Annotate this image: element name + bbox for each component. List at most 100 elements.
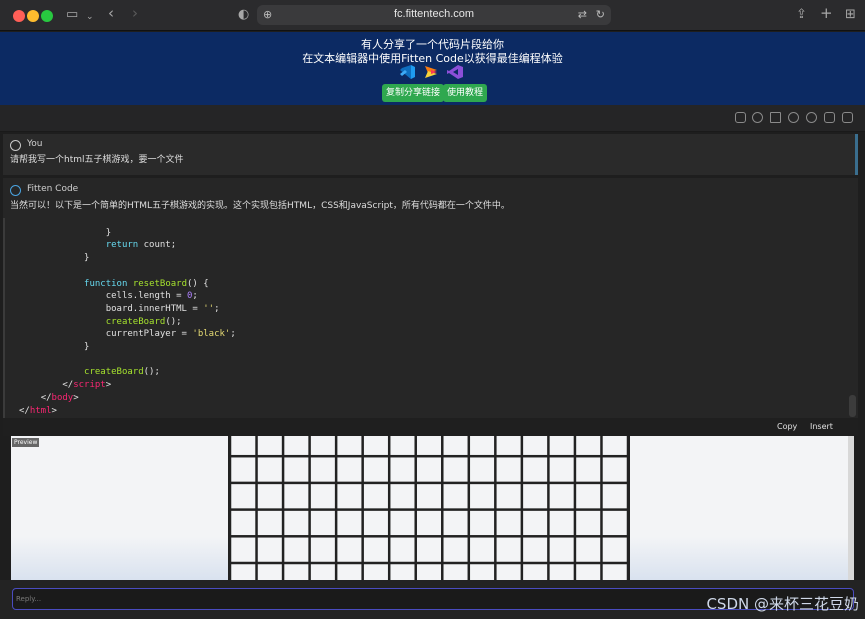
- board-cell[interactable]: [601, 509, 628, 537]
- help-icon[interactable]: [788, 112, 799, 123]
- board-cell[interactable]: [230, 482, 257, 510]
- magic-wand-icon[interactable]: [770, 112, 781, 123]
- preview-scrollbar[interactable]: [848, 436, 854, 580]
- board-cell[interactable]: [282, 455, 310, 484]
- board-cell[interactable]: [521, 455, 549, 484]
- board-cell[interactable]: [362, 455, 390, 484]
- export-icon[interactable]: [842, 112, 853, 123]
- address-bar[interactable]: ⊕ fc.fittentech.com ⇄ ↻: [257, 5, 611, 25]
- info-icon[interactable]: [806, 112, 817, 123]
- board-cell[interactable]: [468, 436, 496, 457]
- board-cell[interactable]: [256, 436, 284, 457]
- board-cell[interactable]: [230, 536, 257, 564]
- board-cell[interactable]: [335, 482, 363, 510]
- board-cell[interactable]: [574, 562, 602, 581]
- board-cell[interactable]: [256, 455, 284, 484]
- board-cell[interactable]: [548, 536, 576, 564]
- board-cell[interactable]: [468, 509, 496, 537]
- board-cell[interactable]: [442, 509, 470, 537]
- history-icon[interactable]: [752, 112, 763, 123]
- board-cell[interactable]: [495, 536, 523, 564]
- board-cell[interactable]: [601, 482, 628, 510]
- board-cell[interactable]: [335, 436, 363, 457]
- board-cell[interactable]: [574, 536, 602, 564]
- shield-icon[interactable]: ◐: [238, 7, 249, 23]
- board-cell[interactable]: [574, 482, 602, 510]
- board-cell[interactable]: [442, 536, 470, 564]
- translate-icon[interactable]: ⇄: [578, 8, 587, 21]
- code-block[interactable]: } return count; } function resetBoard() …: [3, 218, 858, 418]
- board-cell[interactable]: [415, 482, 443, 510]
- board-cell[interactable]: [388, 482, 416, 510]
- board-cell[interactable]: [495, 482, 523, 510]
- board-cell[interactable]: [415, 436, 443, 457]
- board-cell[interactable]: [468, 455, 496, 484]
- board-grid[interactable]: [230, 436, 628, 580]
- back-icon[interactable]: ‹: [108, 5, 114, 21]
- board-cell[interactable]: [230, 562, 257, 581]
- board-cell[interactable]: [574, 509, 602, 537]
- share-icon[interactable]: ⇪: [796, 7, 807, 23]
- board-cell[interactable]: [282, 562, 310, 581]
- new-tab-icon[interactable]: +: [820, 5, 833, 21]
- board-cell[interactable]: [230, 509, 257, 537]
- board-cell[interactable]: [495, 562, 523, 581]
- board-cell[interactable]: [495, 509, 523, 537]
- board-cell[interactable]: [256, 482, 284, 510]
- reload-icon[interactable]: ↻: [596, 8, 605, 21]
- forward-icon[interactable]: ›: [132, 5, 138, 21]
- board-cell[interactable]: [256, 509, 284, 537]
- board-cell[interactable]: [415, 536, 443, 564]
- board-cell[interactable]: [521, 509, 549, 537]
- board-cell[interactable]: [282, 536, 310, 564]
- board-cell[interactable]: [362, 536, 390, 564]
- board-cell[interactable]: [282, 509, 310, 537]
- tab-overview-icon[interactable]: ⊞: [845, 7, 856, 23]
- board-cell[interactable]: [388, 536, 416, 564]
- board-cell[interactable]: [335, 509, 363, 537]
- board-cell[interactable]: [256, 562, 284, 581]
- gomoku-board[interactable]: [228, 436, 630, 580]
- board-cell[interactable]: [601, 536, 628, 564]
- board-cell[interactable]: [442, 436, 470, 457]
- board-cell[interactable]: [442, 562, 470, 581]
- board-cell[interactable]: [309, 509, 337, 537]
- new-chat-icon[interactable]: [735, 112, 746, 123]
- board-cell[interactable]: [601, 436, 628, 457]
- board-cell[interactable]: [521, 482, 549, 510]
- board-cell[interactable]: [309, 562, 337, 581]
- close-window-button[interactable]: [13, 10, 25, 22]
- chevron-down-icon[interactable]: ⌄: [86, 9, 94, 25]
- board-cell[interactable]: [548, 482, 576, 510]
- board-cell[interactable]: [521, 536, 549, 564]
- board-cell[interactable]: [335, 536, 363, 564]
- board-cell[interactable]: [230, 436, 257, 457]
- board-cell[interactable]: [442, 482, 470, 510]
- minimize-window-button[interactable]: [27, 10, 39, 22]
- board-cell[interactable]: [495, 436, 523, 457]
- zoom-window-button[interactable]: [41, 10, 53, 22]
- board-cell[interactable]: [601, 455, 628, 484]
- board-cell[interactable]: [388, 562, 416, 581]
- board-cell[interactable]: [574, 436, 602, 457]
- board-cell[interactable]: [388, 455, 416, 484]
- board-cell[interactable]: [415, 509, 443, 537]
- copy-share-link-button[interactable]: 复制分享链接: [382, 84, 445, 102]
- board-cell[interactable]: [601, 562, 628, 581]
- copy-code-button[interactable]: Copy: [777, 422, 797, 431]
- board-cell[interactable]: [309, 455, 337, 484]
- board-cell[interactable]: [388, 509, 416, 537]
- code-scrollbar[interactable]: [849, 395, 856, 417]
- insert-code-button[interactable]: Insert: [810, 422, 833, 431]
- board-cell[interactable]: [362, 436, 390, 457]
- board-cell[interactable]: [282, 436, 310, 457]
- board-cell[interactable]: [548, 455, 576, 484]
- copy-chat-icon[interactable]: [824, 112, 835, 123]
- board-cell[interactable]: [362, 562, 390, 581]
- board-cell[interactable]: [282, 482, 310, 510]
- board-cell[interactable]: [362, 509, 390, 537]
- board-cell[interactable]: [521, 562, 549, 581]
- tutorial-button[interactable]: 使用教程: [443, 84, 488, 102]
- board-cell[interactable]: [415, 562, 443, 581]
- board-cell[interactable]: [230, 455, 257, 484]
